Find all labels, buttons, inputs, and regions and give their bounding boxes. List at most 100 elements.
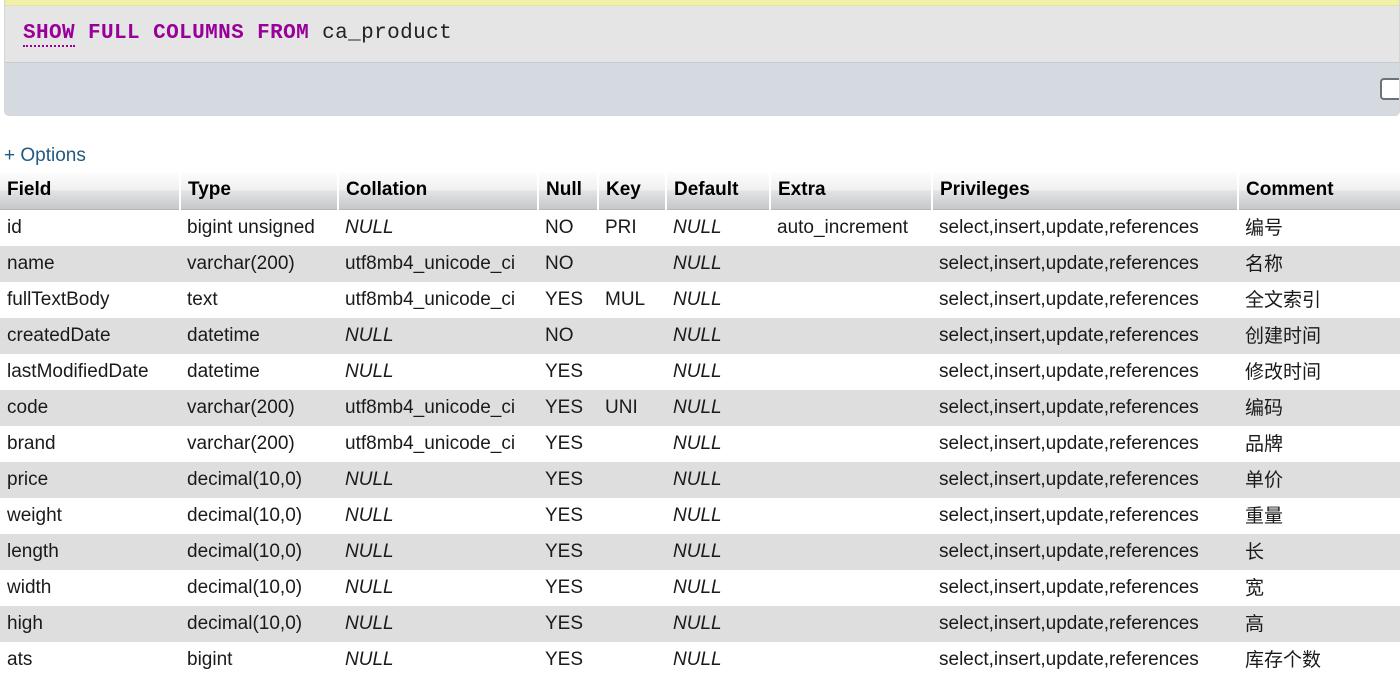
cell-field: fullTextBody: [0, 282, 180, 318]
cell-default: NULL: [666, 570, 770, 606]
cell-default: NULL: [666, 210, 770, 247]
column-header-type[interactable]: Type: [180, 172, 338, 210]
column-header-key[interactable]: Key: [598, 172, 666, 210]
cell-comment: 名称: [1238, 246, 1400, 282]
cell-default: NULL: [666, 642, 770, 675]
sql-keyword-full: FULL: [88, 22, 140, 45]
sql-keyword-show[interactable]: SHOW: [23, 22, 75, 47]
cell-key: [598, 426, 666, 462]
cell-key: [598, 606, 666, 642]
cell-default: NULL: [666, 390, 770, 426]
cell-collation: utf8mb4_unicode_ci: [338, 390, 538, 426]
cell-comment: 长: [1238, 534, 1400, 570]
columns-results-table: Field Type Collation Null Key Default Ex…: [0, 172, 1400, 675]
sql-query-panel: SHOW FULL COLUMNS FROM ca_product P: [4, 0, 1400, 116]
cell-collation: NULL: [338, 642, 538, 675]
column-header-default[interactable]: Default: [666, 172, 770, 210]
cell-collation: NULL: [338, 462, 538, 498]
cell-field: price: [0, 462, 180, 498]
toolbar-right-group: P: [1380, 78, 1400, 100]
cell-key: UNI: [598, 390, 666, 426]
cell-type: bigint: [180, 642, 338, 675]
cell-privileges: select,insert,update,references: [932, 462, 1238, 498]
table-body: idbigint unsignedNULLNOPRINULLauto_incre…: [0, 210, 1400, 675]
cell-key: MUL: [598, 282, 666, 318]
cell-privileges: select,insert,update,references: [932, 210, 1238, 247]
cell-comment: 编码: [1238, 390, 1400, 426]
cell-key: [598, 534, 666, 570]
cell-type: varchar(200): [180, 426, 338, 462]
column-header-field[interactable]: Field: [0, 172, 180, 210]
cell-null: NO: [538, 318, 598, 354]
options-toggle-link[interactable]: + Options: [4, 145, 86, 167]
profiling-checkbox[interactable]: [1380, 78, 1400, 100]
cell-type: decimal(10,0): [180, 570, 338, 606]
cell-field: length: [0, 534, 180, 570]
cell-comment: 品牌: [1238, 426, 1400, 462]
cell-null: YES: [538, 534, 598, 570]
column-header-privileges[interactable]: Privileges: [932, 172, 1238, 210]
table-header: Field Type Collation Null Key Default Ex…: [0, 172, 1400, 210]
cell-type: decimal(10,0): [180, 534, 338, 570]
cell-null: YES: [538, 390, 598, 426]
cell-collation: NULL: [338, 318, 538, 354]
cell-privileges: select,insert,update,references: [932, 642, 1238, 675]
cell-privileges: select,insert,update,references: [932, 570, 1238, 606]
sql-query-text: SHOW FULL COLUMNS FROM ca_product: [23, 22, 1399, 45]
cell-collation: NULL: [338, 534, 538, 570]
cell-collation: utf8mb4_unicode_ci: [338, 246, 538, 282]
cell-key: [598, 570, 666, 606]
cell-field: brand: [0, 426, 180, 462]
table-row: weightdecimal(10,0)NULLYESNULLselect,ins…: [0, 498, 1400, 534]
cell-privileges: select,insert,update,references: [932, 246, 1238, 282]
table-row: pricedecimal(10,0)NULLYESNULLselect,inse…: [0, 462, 1400, 498]
cell-default: NULL: [666, 462, 770, 498]
cell-type: varchar(200): [180, 390, 338, 426]
cell-type: decimal(10,0): [180, 498, 338, 534]
cell-default: NULL: [666, 318, 770, 354]
column-header-collation[interactable]: Collation: [338, 172, 538, 210]
cell-extra: [770, 606, 932, 642]
table-row: brandvarchar(200)utf8mb4_unicode_ciYESNU…: [0, 426, 1400, 462]
cell-key: [598, 498, 666, 534]
cell-comment: 库存个数: [1238, 642, 1400, 675]
cell-type: decimal(10,0): [180, 462, 338, 498]
cell-comment: 修改时间: [1238, 354, 1400, 390]
cell-privileges: select,insert,update,references: [932, 498, 1238, 534]
cell-key: [598, 642, 666, 675]
cell-extra: [770, 570, 932, 606]
cell-extra: [770, 354, 932, 390]
sql-table-name[interactable]: ca_product: [322, 22, 452, 45]
cell-field: createdDate: [0, 318, 180, 354]
cell-comment: 编号: [1238, 210, 1400, 247]
cell-default: NULL: [666, 246, 770, 282]
cell-comment: 重量: [1238, 498, 1400, 534]
column-header-null[interactable]: Null: [538, 172, 598, 210]
cell-extra: [770, 498, 932, 534]
cell-extra: [770, 390, 932, 426]
cell-key: [598, 462, 666, 498]
cell-comment: 高: [1238, 606, 1400, 642]
cell-null: YES: [538, 462, 598, 498]
cell-null: YES: [538, 570, 598, 606]
cell-privileges: select,insert,update,references: [932, 606, 1238, 642]
cell-null: NO: [538, 246, 598, 282]
table-row: widthdecimal(10,0)NULLYESNULLselect,inse…: [0, 570, 1400, 606]
column-header-extra[interactable]: Extra: [770, 172, 932, 210]
cell-field: code: [0, 390, 180, 426]
table-row: lengthdecimal(10,0)NULLYESNULLselect,ins…: [0, 534, 1400, 570]
sql-keyword-columns: COLUMNS: [153, 22, 244, 45]
cell-collation: NULL: [338, 606, 538, 642]
column-header-comment[interactable]: Comment: [1238, 172, 1400, 210]
cell-collation: NULL: [338, 498, 538, 534]
cell-privileges: select,insert,update,references: [932, 426, 1238, 462]
cell-extra: [770, 318, 932, 354]
table-header-row: Field Type Collation Null Key Default Ex…: [0, 172, 1400, 210]
cell-key: [598, 318, 666, 354]
cell-default: NULL: [666, 534, 770, 570]
cell-null: YES: [538, 642, 598, 675]
table-row: highdecimal(10,0)NULLYESNULLselect,inser…: [0, 606, 1400, 642]
cell-type: bigint unsigned: [180, 210, 338, 247]
table-row: atsbigintNULLYESNULLselect,insert,update…: [0, 642, 1400, 675]
cell-null: YES: [538, 426, 598, 462]
